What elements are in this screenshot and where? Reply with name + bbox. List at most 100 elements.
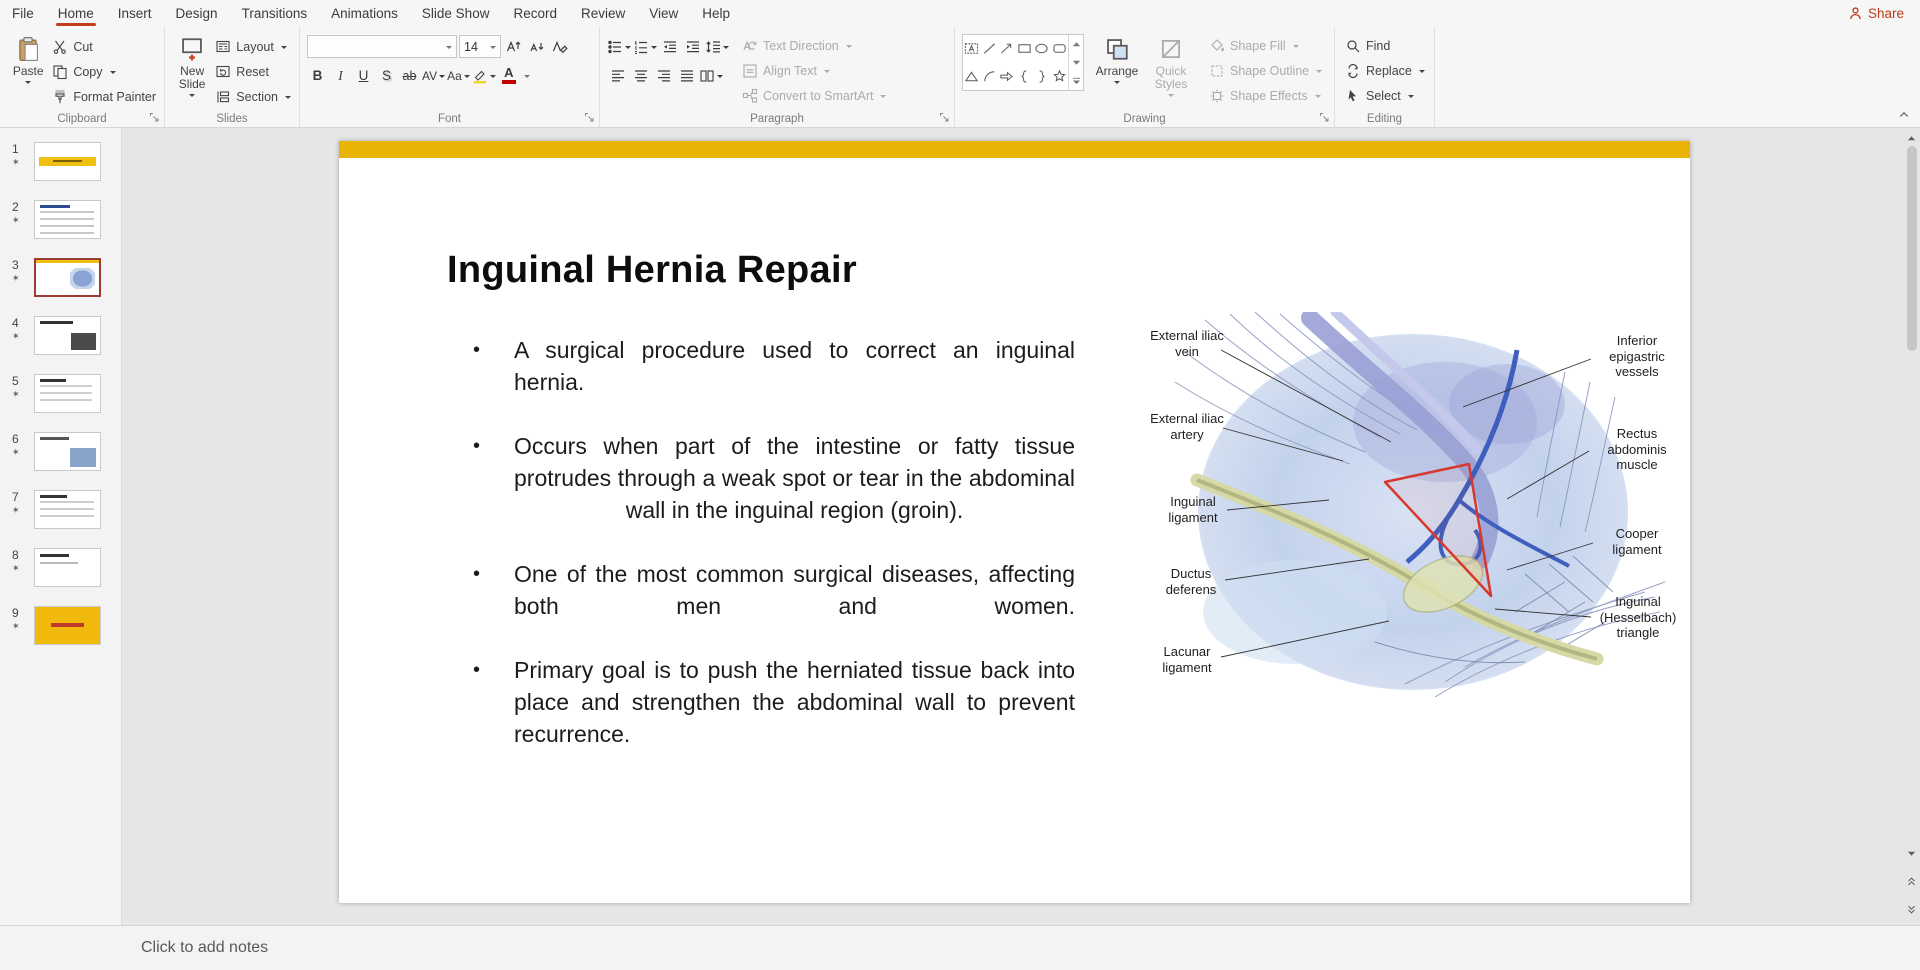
bullet-item[interactable]: •Occurs when part of the intestine or fa… [471, 430, 1075, 526]
align-left-button[interactable] [607, 65, 628, 87]
quick-styles-button[interactable]: Quick Styles [1144, 34, 1198, 110]
italic-button[interactable]: I [330, 65, 351, 87]
replace-button[interactable]: Replace [1342, 60, 1429, 82]
scroll-down-button[interactable] [1904, 845, 1919, 861]
line-spacing-button[interactable] [705, 36, 729, 58]
vertical-scrollbar[interactable] [1904, 128, 1919, 925]
thumbnail-row-1[interactable]: 1✶ [8, 142, 121, 181]
tab-file[interactable]: File [0, 0, 46, 27]
slide-thumbnail-1[interactable] [34, 142, 101, 181]
collapse-ribbon-button[interactable] [1898, 109, 1910, 121]
thumbnail-row-5[interactable]: 5✶ [8, 374, 121, 413]
tab-review[interactable]: Review [569, 0, 637, 27]
tab-view[interactable]: View [637, 0, 690, 27]
layout-button[interactable]: Layout [212, 36, 294, 58]
clear-formatting-button[interactable] [549, 36, 570, 58]
font-size-combo[interactable]: 14 [459, 35, 501, 58]
shape-oval[interactable] [1033, 35, 1051, 63]
slide-thumbnail-2[interactable] [34, 200, 101, 239]
bullet-item[interactable]: •A surgical procedure used to correct an… [471, 334, 1075, 398]
slide-thumbnail-4[interactable] [34, 316, 101, 355]
slide-thumbnail-5[interactable] [34, 374, 101, 413]
next-slide-button[interactable] [1904, 901, 1919, 917]
scroll-up-button[interactable] [1904, 130, 1919, 146]
slide-title[interactable]: Inguinal Hernia Repair [447, 249, 857, 293]
tab-insert[interactable]: Insert [106, 0, 164, 27]
underline-button[interactable]: U [353, 65, 374, 87]
scrollbar-thumb[interactable] [1907, 146, 1917, 351]
bold-button[interactable]: B [307, 65, 328, 87]
notes-pane[interactable]: Click to add notes [122, 925, 1920, 970]
text-direction-button[interactable]: Text Direction [739, 35, 889, 57]
section-button[interactable]: Section [212, 86, 294, 108]
thumbnail-row-4[interactable]: 4✶ [8, 316, 121, 355]
align-right-button[interactable] [653, 65, 674, 87]
shapes-scroll-down-button[interactable] [1069, 53, 1083, 71]
tab-slideshow[interactable]: Slide Show [410, 0, 502, 27]
shape-effects-button[interactable]: Shape Effects [1206, 85, 1325, 107]
shapes-more-button[interactable] [1069, 72, 1083, 90]
bullet-item[interactable]: •One of the most common surgical disease… [471, 558, 1075, 622]
tab-help[interactable]: Help [690, 0, 742, 27]
select-button[interactable]: Select [1342, 85, 1429, 107]
strikethrough-button[interactable]: ab [399, 65, 420, 87]
new-slide-button[interactable]: New Slide [172, 34, 212, 110]
change-case-button[interactable]: Aa [447, 65, 470, 87]
paste-button[interactable]: Paste [7, 34, 49, 110]
thumbnail-row-7[interactable]: 7✶ [8, 490, 121, 529]
slide-body-textbox[interactable]: •A surgical procedure used to correct an… [471, 334, 1075, 782]
share-button[interactable]: Share [1848, 0, 1904, 27]
decrease-indent-button[interactable] [659, 36, 680, 58]
tab-record[interactable]: Record [501, 0, 569, 27]
shape-right-brace[interactable] [1033, 63, 1051, 91]
columns-button[interactable] [699, 65, 723, 87]
current-slide[interactable]: Inguinal Hernia Repair •A surgical proce… [339, 141, 1690, 903]
text-shadow-button[interactable]: S [376, 65, 397, 87]
shape-text-box[interactable] [963, 35, 981, 63]
thumbnail-row-8[interactable]: 8✶ [8, 548, 121, 587]
decrease-font-size-button[interactable] [526, 36, 547, 58]
format-painter-button[interactable]: Format Painter [49, 86, 159, 108]
align-text-button[interactable]: Align Text [739, 60, 889, 82]
cut-button[interactable]: Cut [49, 36, 159, 58]
font-color-button[interactable]: A [498, 65, 520, 87]
thumbnail-row-2[interactable]: 2✶ [8, 200, 121, 239]
bullets-button[interactable] [607, 36, 631, 58]
justify-button[interactable] [676, 65, 697, 87]
thumbnail-row-9[interactable]: 9✶ [8, 606, 121, 645]
find-button[interactable]: Find [1342, 35, 1429, 57]
font-dialog-launcher[interactable] [584, 112, 595, 123]
arrange-button[interactable]: Arrange [1090, 34, 1144, 110]
shape-block-arrow[interactable] [998, 63, 1016, 91]
shape-line[interactable] [981, 35, 999, 63]
bullet-item[interactable]: •Primary goal is to push the herniated t… [471, 654, 1075, 750]
copy-button[interactable]: Copy [49, 61, 159, 83]
increase-font-size-button[interactable] [503, 36, 524, 58]
slide-thumbnail-7[interactable] [34, 490, 101, 529]
paragraph-dialog-launcher[interactable] [939, 112, 950, 123]
text-highlight-color-button[interactable] [472, 65, 496, 87]
previous-slide-button[interactable] [1904, 873, 1919, 889]
character-spacing-button[interactable]: AV [422, 65, 445, 87]
slide-thumbnail-9[interactable] [34, 606, 101, 645]
thumbnail-row-6[interactable]: 6✶ [8, 432, 121, 471]
tab-home[interactable]: Home [46, 0, 106, 27]
reset-button[interactable]: Reset [212, 61, 294, 83]
clipboard-dialog-launcher[interactable] [149, 112, 160, 123]
slide-thumbnail-8[interactable] [34, 548, 101, 587]
tab-transitions[interactable]: Transitions [230, 0, 320, 27]
shapes-scroll-up-button[interactable] [1069, 35, 1083, 53]
tab-design[interactable]: Design [164, 0, 230, 27]
shape-arrow[interactable] [998, 35, 1016, 63]
increase-indent-button[interactable] [682, 36, 703, 58]
tab-animations[interactable]: Animations [319, 0, 410, 27]
convert-to-smartart-button[interactable]: Convert to SmartArt [739, 85, 889, 107]
shape-triangle[interactable] [963, 63, 981, 91]
shape-star[interactable] [1051, 63, 1069, 91]
shape-fill-button[interactable]: Shape Fill [1206, 35, 1325, 57]
slide-thumbnail-6[interactable] [34, 432, 101, 471]
shape-rectangle[interactable] [1016, 35, 1034, 63]
drawing-dialog-launcher[interactable] [1319, 112, 1330, 123]
align-center-button[interactable] [630, 65, 651, 87]
shape-left-brace[interactable] [1016, 63, 1034, 91]
